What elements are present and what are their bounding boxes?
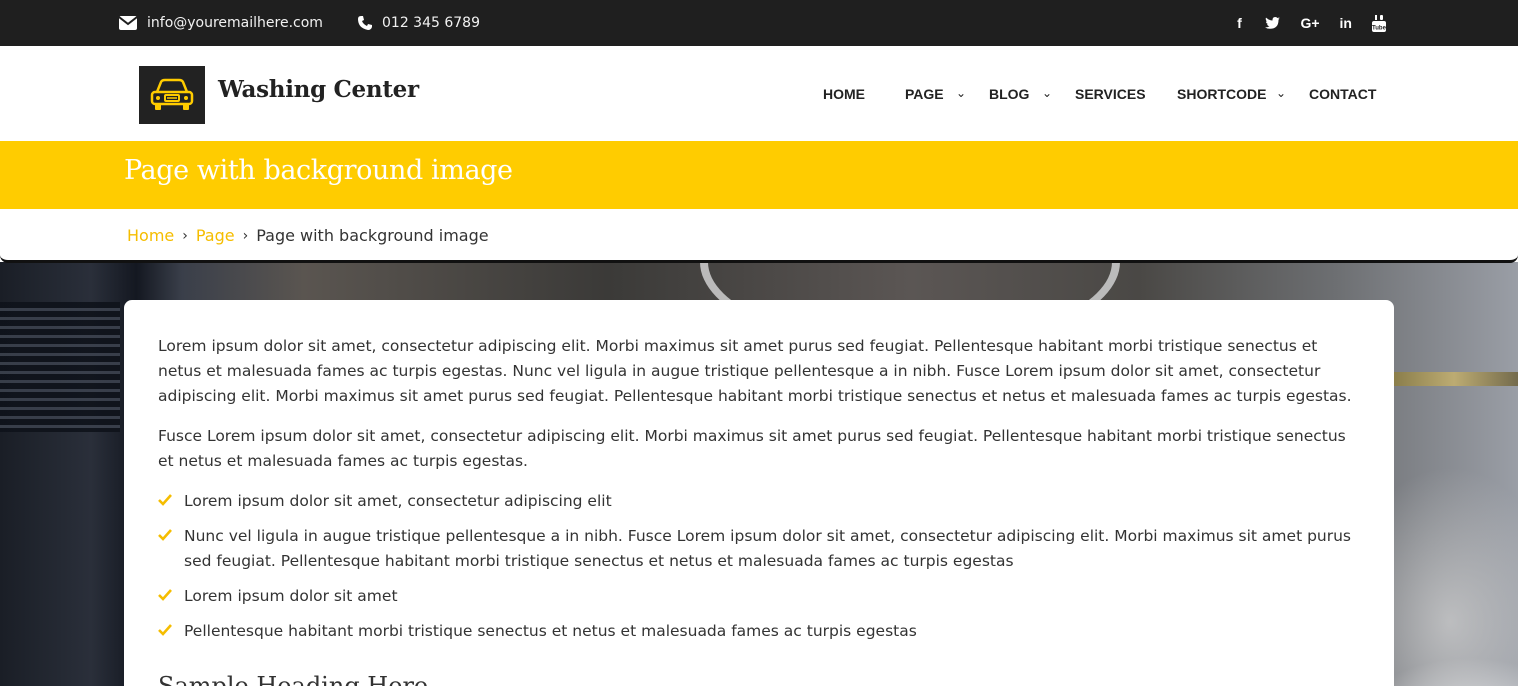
breadcrumb-home[interactable]: Home (127, 226, 174, 245)
list-item-text: Lorem ipsum dolor sit amet (184, 587, 398, 605)
chevron-down-icon[interactable]: ⌄ (1276, 86, 1286, 100)
list-item: Pellentesque habitant morbi tristique se… (158, 619, 1363, 644)
brand-name[interactable]: Washing Center (218, 76, 419, 103)
paragraph: Fusce Lorem ipsum dolor sit amet, consec… (158, 427, 1346, 470)
nav-contact[interactable]: CONTACT (1309, 86, 1376, 102)
list-item-text: Pellentesque habitant morbi tristique se… (184, 622, 917, 640)
breadcrumb: Home › Page › Page with background image (127, 226, 489, 245)
page-title-band: Page with background image (0, 141, 1518, 209)
content-card: Lorem ipsum dolor sit amet, consectetur … (124, 300, 1394, 686)
nav-page[interactable]: PAGE (905, 86, 944, 102)
logo[interactable] (139, 66, 205, 124)
email-contact[interactable]: info@youremailhere.com (119, 0, 323, 46)
nav-blog[interactable]: BLOG (989, 86, 1029, 102)
breadcrumb-current: Page with background image (256, 226, 489, 245)
facebook-icon[interactable]: f (1233, 14, 1245, 32)
list-item: Nunc vel ligula in augue tristique pelle… (158, 524, 1363, 574)
nav-shortcode[interactable]: SHORTCODE (1177, 86, 1266, 102)
nav-services[interactable]: SERVICES (1075, 86, 1146, 102)
list-item: Lorem ipsum dolor sit amet (158, 584, 1363, 609)
car-icon (150, 78, 194, 110)
top-bar: info@youremailhere.com 012 345 6789 f G+… (0, 0, 1518, 46)
nav-home[interactable]: HOME (823, 86, 865, 102)
chevron-down-icon[interactable]: ⌄ (956, 86, 966, 100)
car-grill-image (0, 302, 120, 432)
site-header: Washing Center HOME PAGE ⌄ BLOG ⌄ SERVIC… (0, 46, 1518, 141)
breadcrumb-separator-icon: › (182, 227, 188, 244)
svg-text:Tube: Tube (1372, 25, 1386, 31)
checklist: Lorem ipsum dolor sit amet, consectetur … (158, 489, 1363, 654)
youtube-icon[interactable]: Tube (1372, 14, 1386, 32)
linkedin-icon[interactable]: in (1340, 14, 1352, 32)
social-links: f G+ in Tube (1233, 0, 1386, 46)
list-item-text: Nunc vel ligula in augue tristique pelle… (184, 527, 1352, 570)
phone-text: 012 345 6789 (382, 15, 480, 31)
section-heading: Sample Heading Here (158, 672, 429, 686)
page-title: Page with background image (124, 155, 513, 186)
envelope-icon (119, 16, 137, 30)
email-text: info@youremailhere.com (147, 15, 323, 31)
list-item: Lorem ipsum dolor sit amet, consectetur … (158, 489, 1363, 514)
paragraph: Lorem ipsum dolor sit amet, consectetur … (158, 337, 1352, 405)
list-item-text: Lorem ipsum dolor sit amet, consectetur … (184, 492, 612, 510)
phone-contact[interactable]: 012 345 6789 (358, 0, 480, 46)
breadcrumb-bar: Home › Page › Page with background image (0, 209, 1518, 263)
phone-icon (358, 16, 372, 30)
google-plus-icon[interactable]: G+ (1300, 14, 1319, 32)
check-icon (158, 589, 172, 601)
chevron-down-icon[interactable]: ⌄ (1042, 86, 1052, 100)
check-icon (158, 529, 172, 541)
breadcrumb-separator-icon: › (242, 227, 249, 244)
check-icon (158, 494, 172, 506)
breadcrumb-page[interactable]: Page (196, 226, 235, 245)
check-icon (158, 624, 172, 636)
chrome-trim-image (1390, 372, 1518, 386)
twitter-icon[interactable] (1265, 14, 1281, 32)
